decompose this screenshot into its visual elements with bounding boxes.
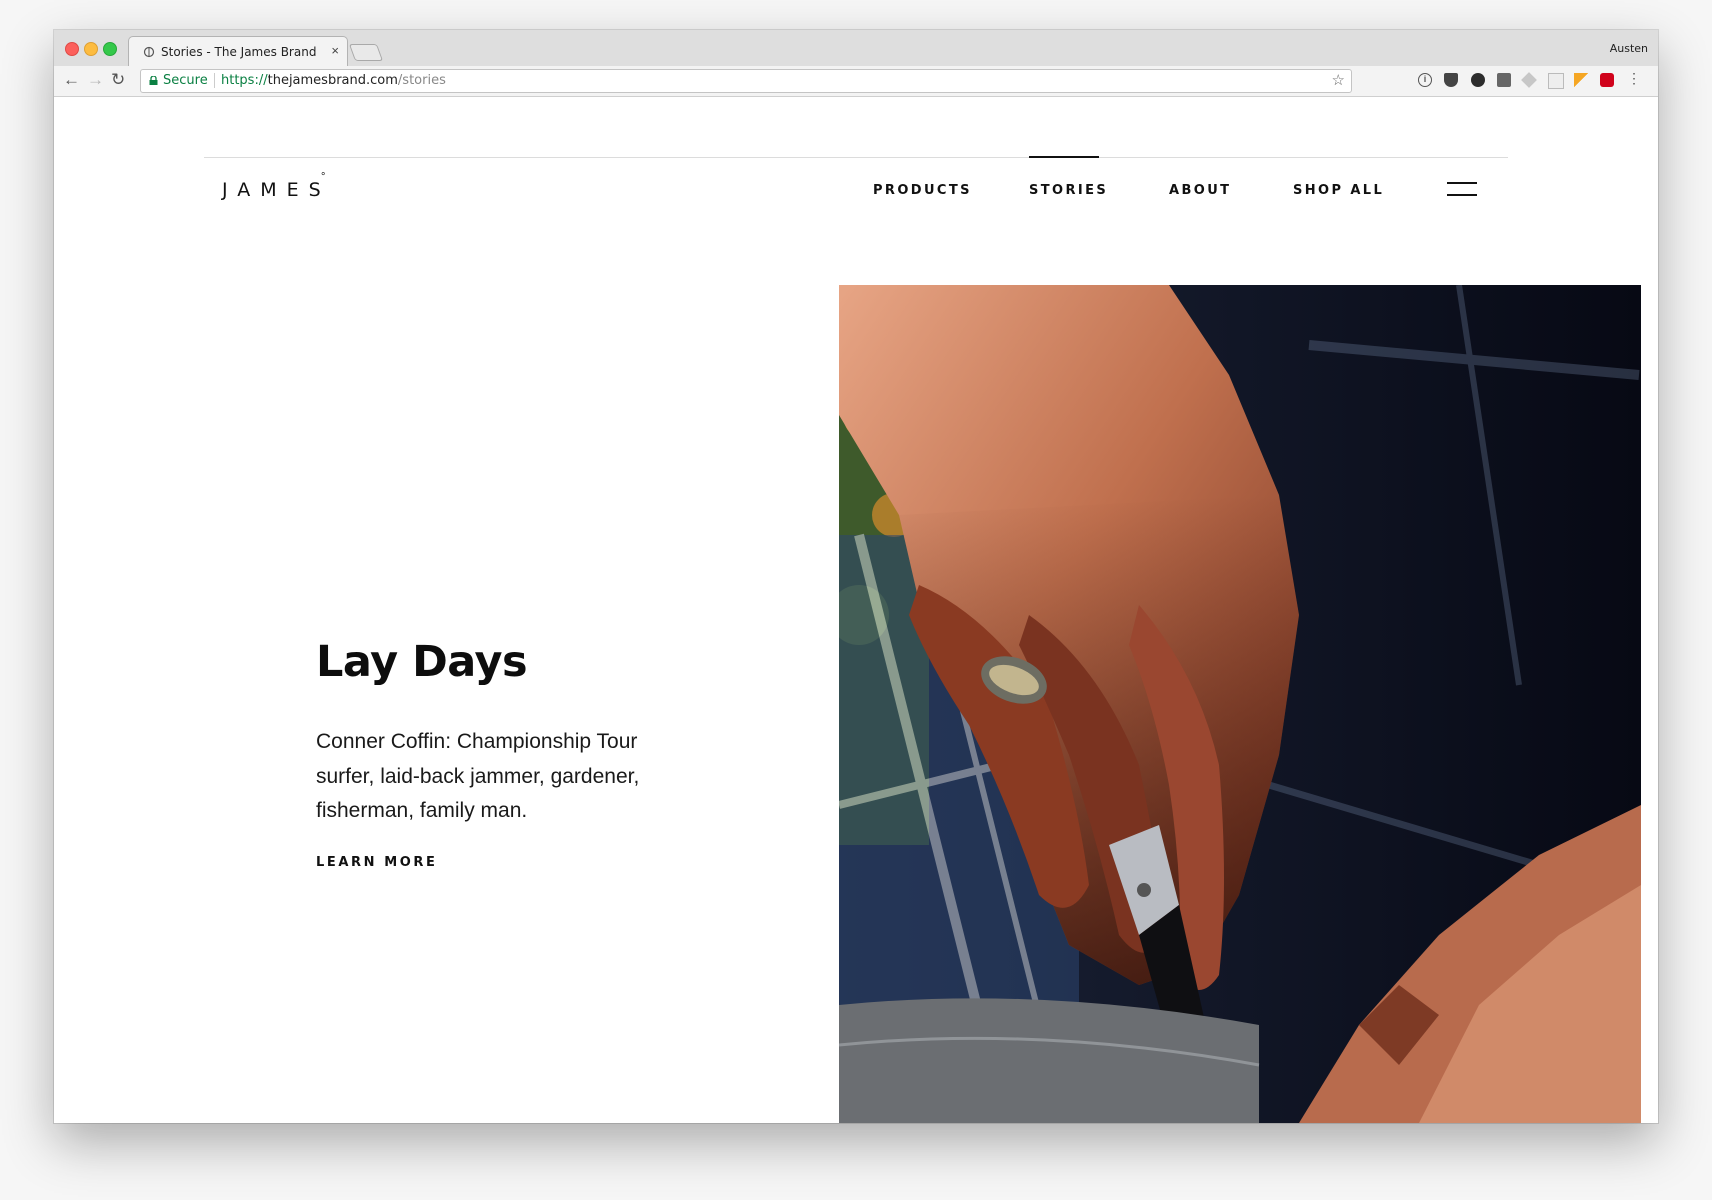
browser-window: Stories - The James Brand × Austen ← → ↻…	[54, 30, 1658, 1123]
nav-products[interactable]: PRODUCTS	[873, 183, 972, 198]
zoom-window-button[interactable]	[103, 42, 117, 56]
forward-arrow-icon[interactable]: →	[87, 70, 104, 90]
back-arrow-icon[interactable]: ←	[63, 70, 80, 90]
web-page: JAMES ° PRODUCTS STORIES ABOUT SHOP ALL …	[54, 97, 1658, 1123]
url-host: thejamesbrand.com	[267, 73, 398, 88]
frame-extension-icon[interactable]	[1548, 73, 1564, 89]
url-divider	[214, 73, 215, 88]
url-text[interactable]: https://thejamesbrand.com/stories	[221, 73, 446, 88]
nav-about[interactable]: ABOUT	[1169, 183, 1231, 198]
lock-icon	[149, 76, 158, 85]
story-title: Lay Days	[316, 637, 528, 687]
tab-strip: Stories - The James Brand × Austen	[54, 30, 1658, 68]
learn-more-link[interactable]: LEARN MORE	[316, 855, 438, 870]
dropbox-extension-icon[interactable]	[1521, 72, 1537, 88]
story-description: Conner Coffin: Championship Tour surfer,…	[316, 730, 640, 822]
camera-extension-icon[interactable]	[1471, 73, 1485, 87]
active-nav-indicator	[1029, 156, 1099, 158]
nav-shop-all[interactable]: SHOP ALL	[1293, 183, 1384, 198]
james-favicon-icon	[143, 46, 155, 58]
hamburger-bar-bottom	[1447, 194, 1477, 196]
new-tab-button[interactable]	[348, 44, 384, 61]
url-scheme: https://	[221, 73, 268, 88]
secure-label: Secure	[163, 73, 208, 88]
hamburger-menu-icon[interactable]	[1447, 182, 1477, 198]
flag-extension-icon[interactable]	[1574, 73, 1588, 87]
pocket-extension-icon[interactable]	[1444, 73, 1458, 87]
close-window-button[interactable]	[65, 42, 79, 56]
address-bar[interactable]: Secure https://thejamesbrand.com/stories…	[140, 69, 1352, 93]
browser-tab[interactable]: Stories - The James Brand ×	[128, 36, 348, 68]
info-extension-icon[interactable]: i	[1418, 73, 1432, 87]
tab-title: Stories - The James Brand	[161, 45, 317, 59]
minimize-window-button[interactable]	[84, 42, 98, 56]
reload-icon[interactable]: ↻	[111, 70, 125, 90]
profile-name[interactable]: Austen	[1610, 42, 1648, 55]
mail-extension-icon[interactable]	[1497, 73, 1511, 87]
shield-extension-icon[interactable]	[1600, 73, 1614, 87]
bookmark-star-icon[interactable]: ☆	[1332, 71, 1345, 89]
chrome-menu-icon[interactable]: ⋮	[1627, 70, 1641, 87]
tab-close-icon[interactable]: ×	[331, 43, 339, 58]
story-hero-image[interactable]	[839, 285, 1641, 1123]
james-logo[interactable]: JAMES	[222, 179, 331, 201]
url-path: /stories	[397, 73, 446, 88]
hamburger-bar-top	[1447, 182, 1477, 184]
browser-toolbar: ← → ↻ Secure https://thejamesbrand.com/s…	[54, 66, 1658, 97]
hand-with-knife-photo	[839, 285, 1641, 1123]
logo-degree-mark: °	[321, 171, 326, 183]
header-rule	[204, 157, 1508, 158]
nav-stories[interactable]: STORIES	[1029, 183, 1108, 198]
